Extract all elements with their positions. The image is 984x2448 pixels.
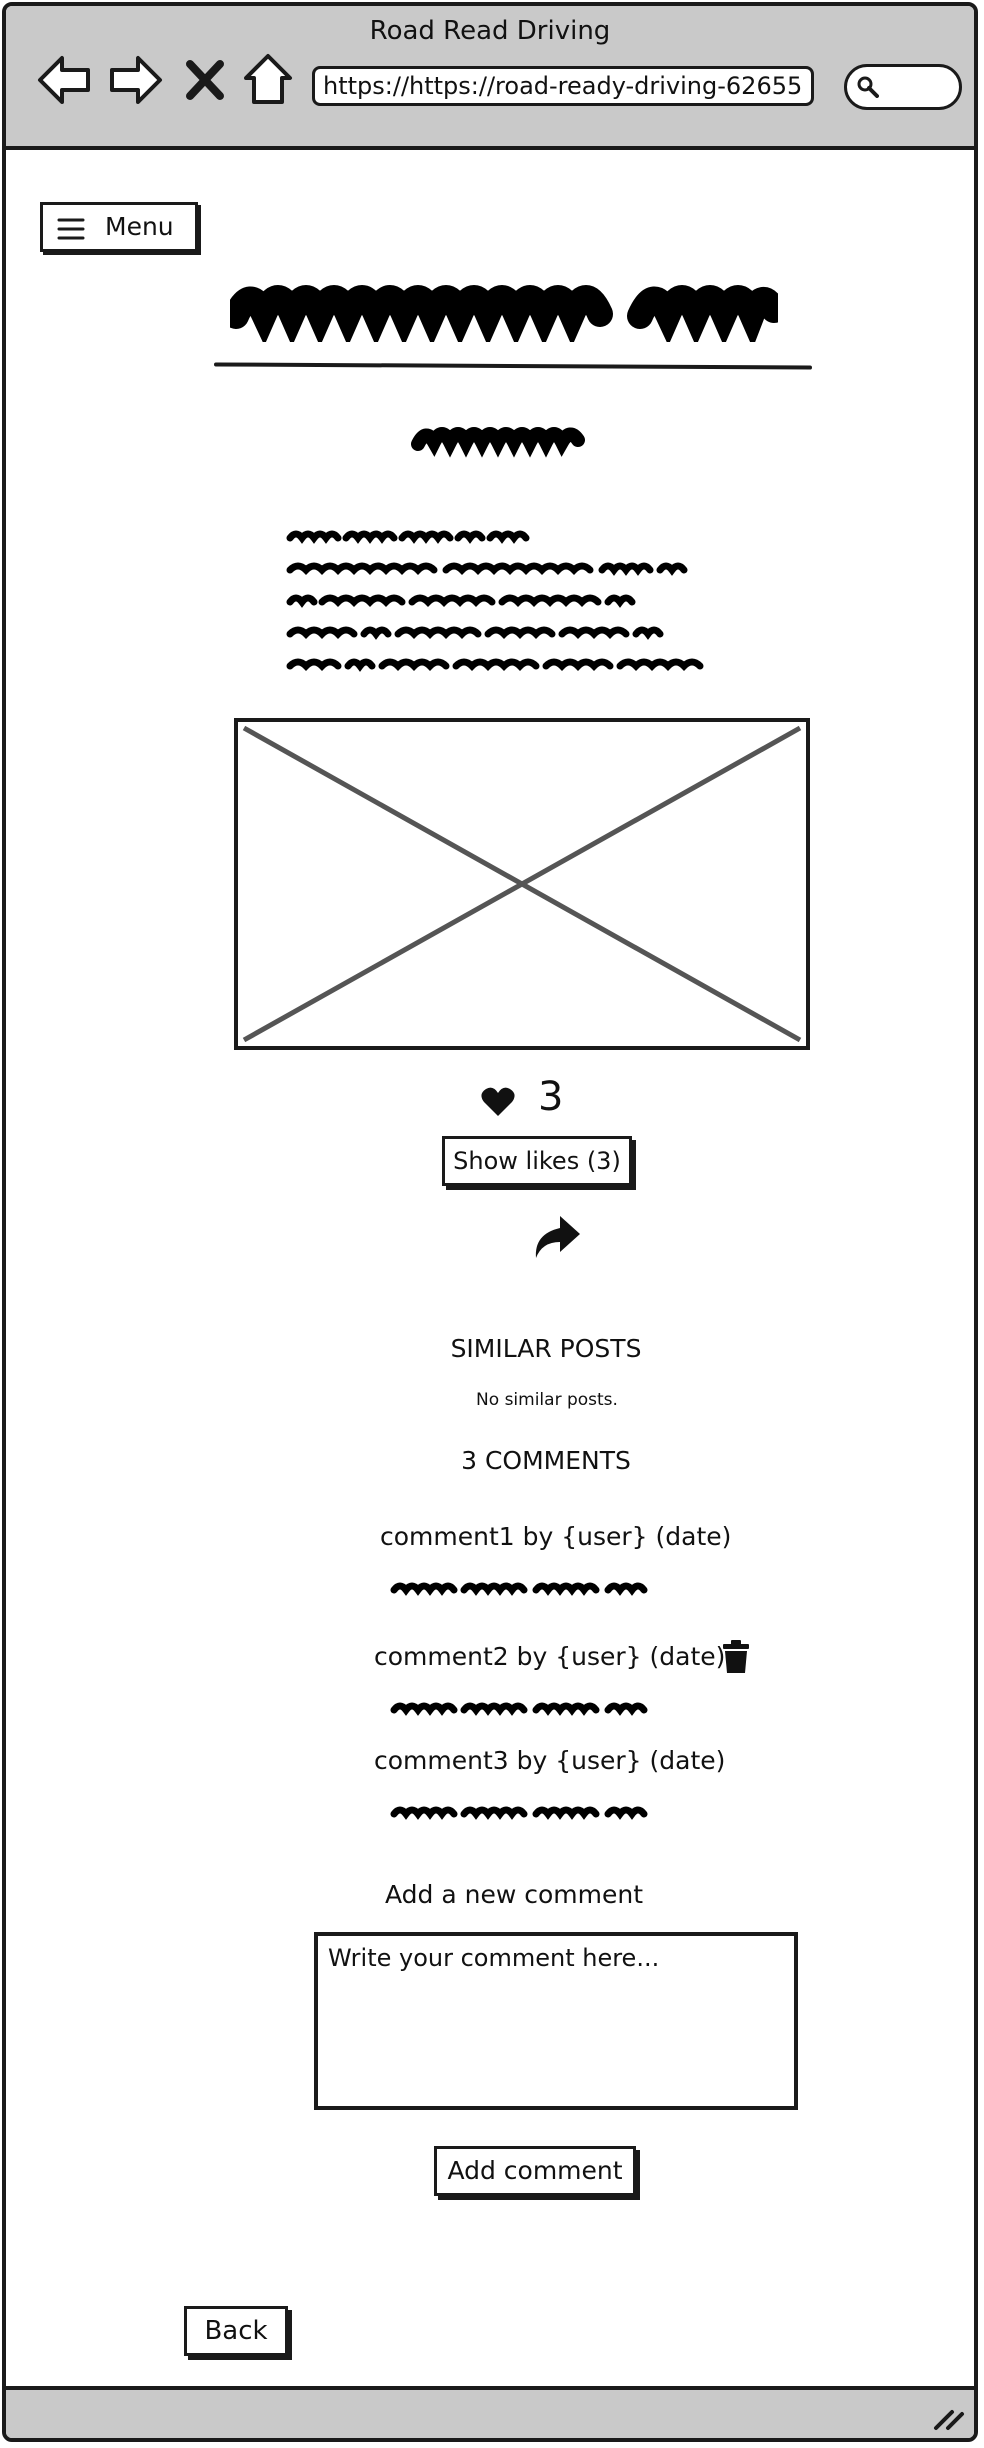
trash-icon[interactable] (722, 1640, 750, 1674)
url-bar[interactable]: https://https://road-ready-driving-62655 (312, 66, 814, 106)
browser-toolbar: Road Read Driving https://https://road-r… (6, 6, 974, 150)
back-button[interactable]: Back (184, 2306, 288, 2356)
browser-status-bar (6, 2386, 974, 2438)
forward-arrow-icon[interactable] (106, 50, 166, 110)
share-icon[interactable] (530, 1214, 582, 1260)
menu-button-label: Menu (105, 212, 174, 241)
search-icon (857, 76, 879, 98)
image-placeholder (234, 718, 810, 1050)
comment-header: comment3 by {user} (date) (374, 1746, 726, 1775)
add-comment-button[interactable]: Add comment (434, 2146, 636, 2196)
comment-header: comment2 by {user} (date) (374, 1642, 726, 1671)
new-comment-label: Add a new comment (384, 1880, 643, 1909)
hamburger-icon (57, 218, 85, 240)
like-count: 3 (538, 1074, 564, 1120)
browser-window: Road Read Driving https://https://road-r… (2, 2, 978, 2442)
post-subtitle-scribble (411, 427, 585, 458)
close-icon[interactable] (182, 50, 228, 110)
comment-textarea[interactable] (314, 1932, 798, 2110)
resize-grip-icon[interactable] (930, 2402, 966, 2432)
menu-button[interactable]: Menu (40, 202, 198, 252)
comment-body-scribble (390, 1806, 648, 1820)
comment-body-scribble (390, 1582, 648, 1596)
no-similar-posts-text: No similar posts. (476, 1390, 618, 1410)
title-divider (213, 362, 813, 370)
post-title-scribble (230, 285, 778, 342)
comment-body-scribble (390, 1702, 648, 1716)
home-icon[interactable] (238, 50, 298, 110)
back-arrow-icon[interactable] (34, 50, 94, 110)
post-body-scribble (286, 530, 704, 672)
heart-icon[interactable] (480, 1086, 516, 1118)
similar-posts-title: SIMILAR POSTS (450, 1334, 642, 1363)
browser-search-box[interactable] (844, 64, 962, 110)
comments-title: 3 COMMENTS (461, 1446, 631, 1475)
show-likes-button[interactable]: Show likes (3) (442, 1136, 632, 1186)
comment-header: comment1 by {user} (date) (380, 1522, 732, 1551)
window-title: Road Read Driving (369, 16, 611, 46)
